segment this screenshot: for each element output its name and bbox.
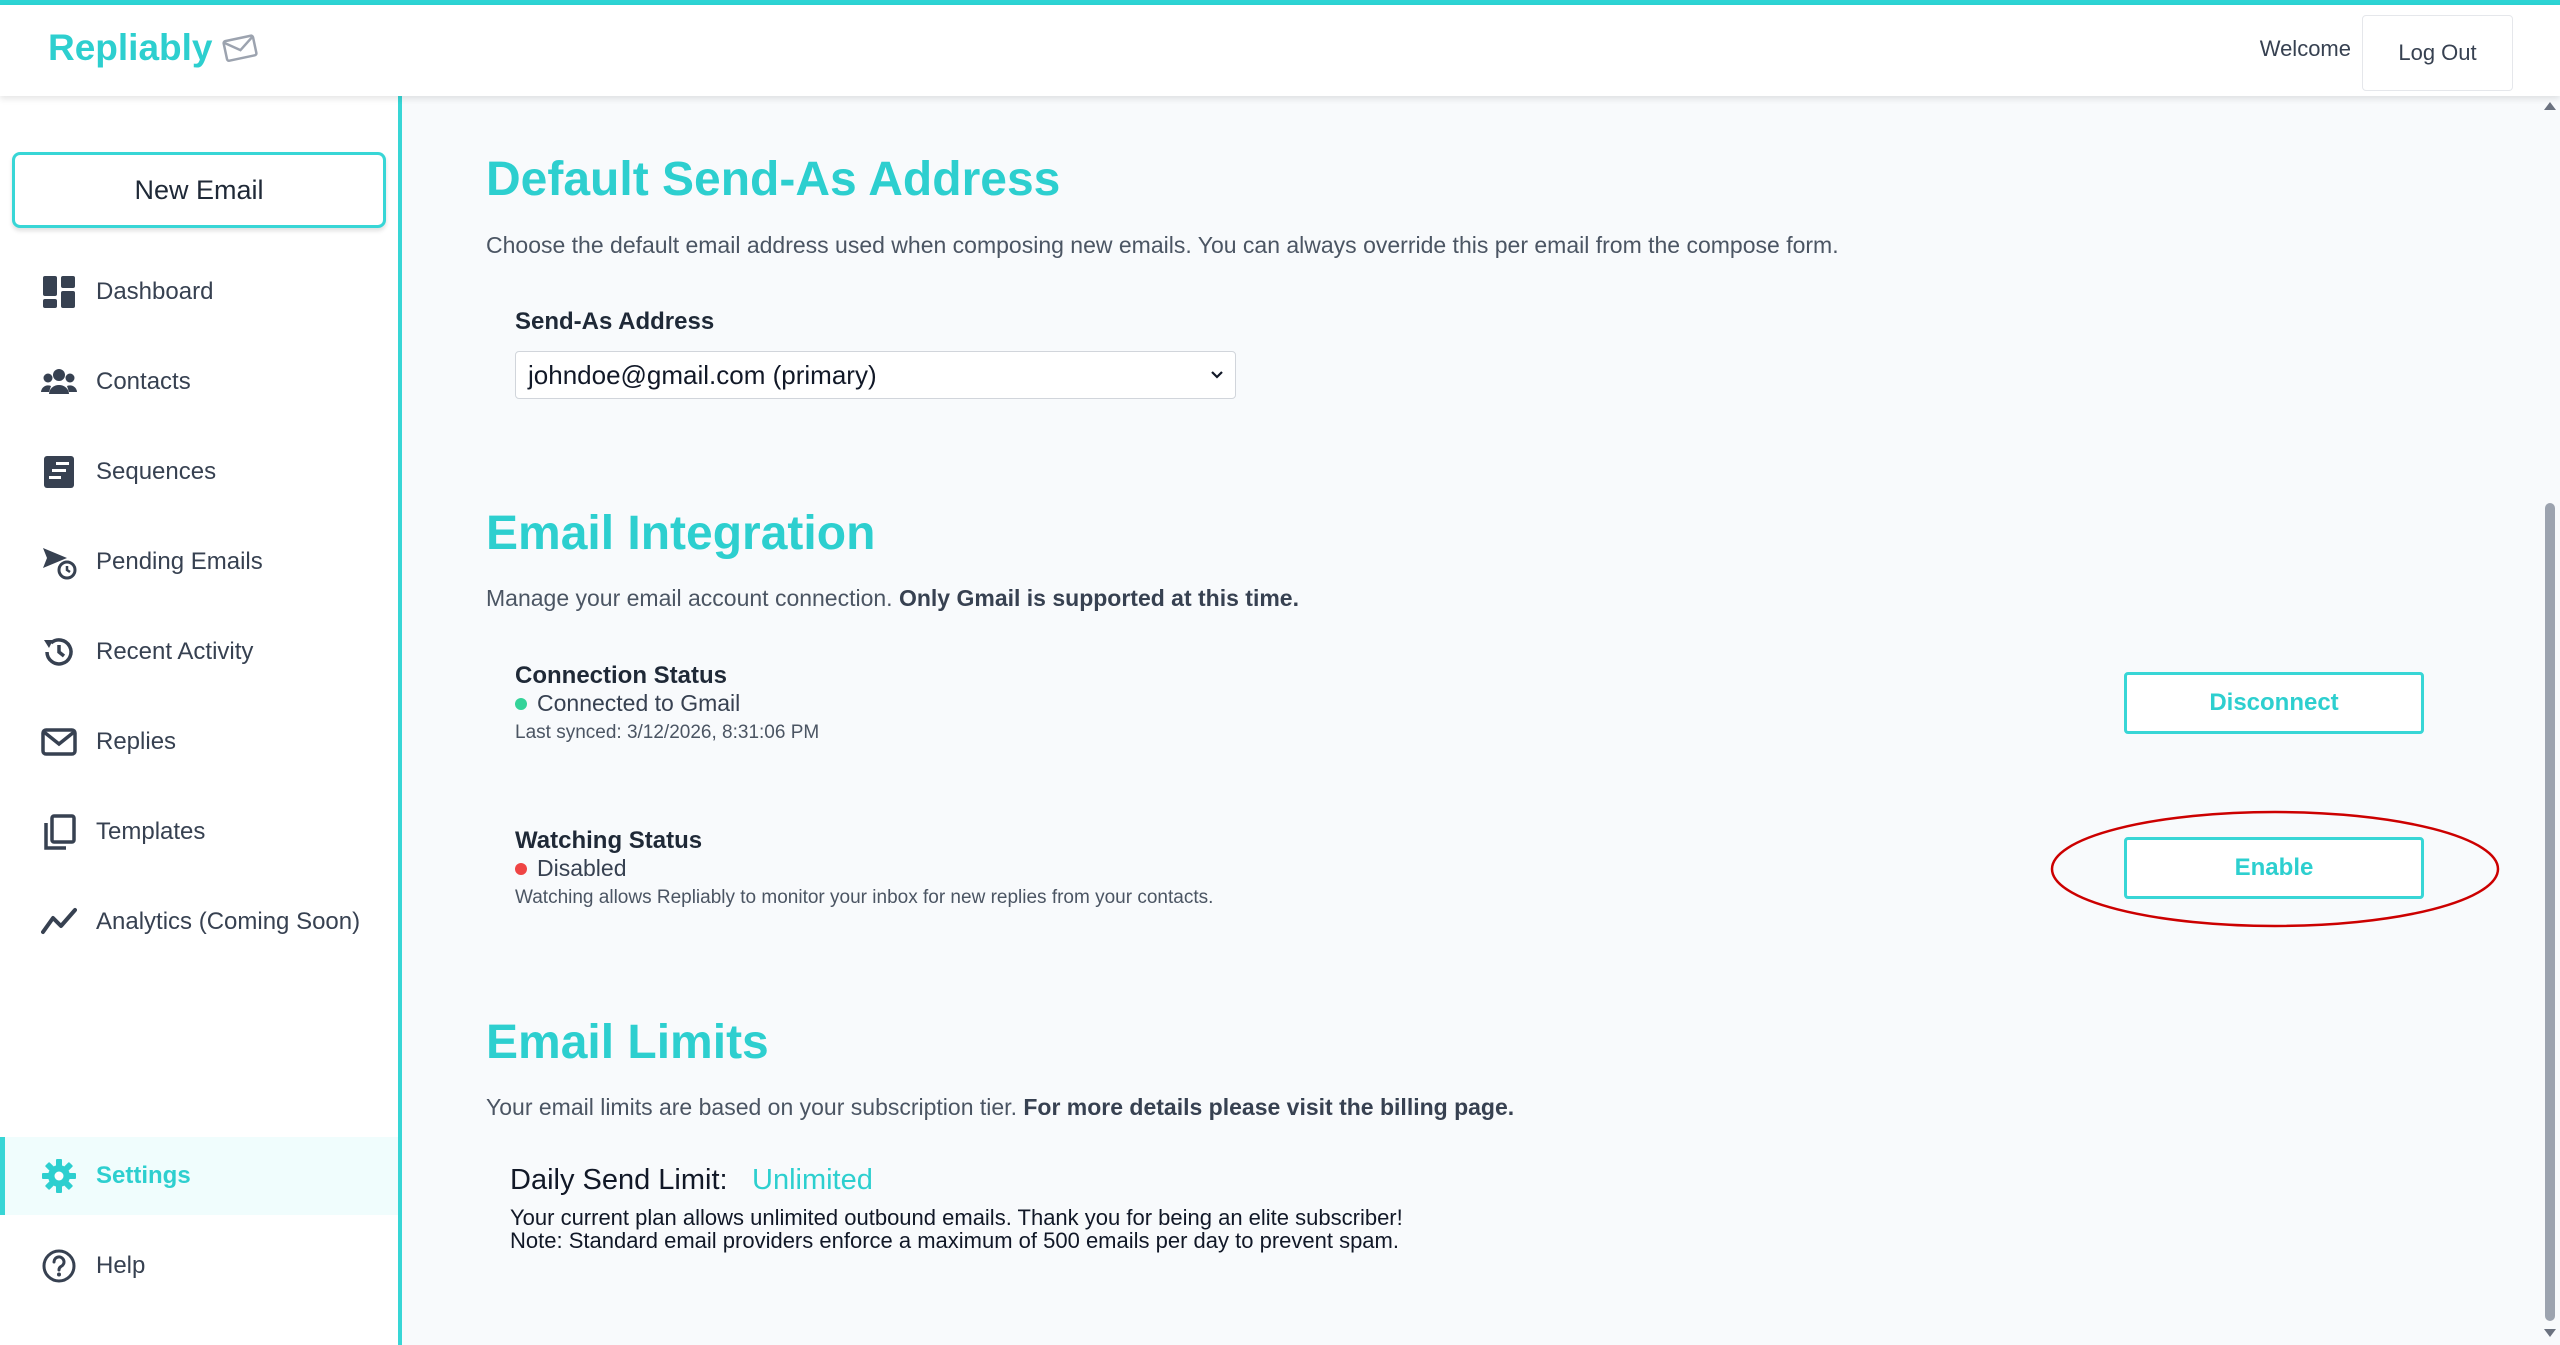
sidebar-item-contacts[interactable]: Contacts (0, 343, 398, 421)
sidebar-item-label: Help (96, 1252, 146, 1279)
watching-note: Watching allows Repliably to monitor you… (515, 887, 1214, 908)
top-header: Repliably Welcome Log Out (0, 5, 2560, 96)
pending-emails-icon (40, 543, 78, 581)
logout-button[interactable]: Log Out (2362, 15, 2513, 91)
highlight-ellipse-annotation (2050, 810, 2500, 928)
sidebar-item-dashboard[interactable]: Dashboard (0, 253, 398, 331)
sidebar-item-help[interactable]: Help (0, 1227, 398, 1305)
sidebar-item-templates[interactable]: Templates (0, 793, 398, 871)
scrollbar-thumb[interactable] (2545, 503, 2555, 1321)
envelope-logo-icon (221, 34, 258, 62)
daily-send-limit-label: Daily Send Limit: (510, 1164, 728, 1196)
sidebar-item-label: Pending Emails (96, 548, 263, 575)
sidebar-item-recent-activity[interactable]: Recent Activity (0, 613, 398, 691)
limits-description-bold: For more details please visit the billin… (1023, 1094, 1515, 1120)
new-email-button[interactable]: New Email (12, 152, 386, 228)
connection-status-dot (515, 697, 527, 710)
send-as-description: Choose the default email address used wh… (486, 232, 1839, 258)
scroll-up-arrow-icon[interactable] (2542, 100, 2558, 112)
send-as-select[interactable]: johndoe@gmail.com (primary) (515, 351, 1236, 399)
sidebar-item-label: Contacts (96, 368, 191, 395)
history-icon (40, 633, 78, 671)
sidebar-item-sequences[interactable]: Sequences (0, 433, 398, 511)
templates-icon (40, 813, 78, 851)
sidebar-item-label: Dashboard (96, 278, 214, 305)
analytics-icon (40, 903, 78, 941)
watching-status-dot (515, 862, 527, 875)
welcome-text: Welcome (2259, 36, 2351, 61)
daily-send-limit-value: Unlimited (752, 1164, 873, 1196)
watching-status: Disabled (515, 855, 627, 882)
connection-status-label: Connection Status (515, 662, 728, 689)
sidebar-item-label: Replies (96, 728, 177, 755)
integration-title: Email Integration (486, 507, 876, 560)
contacts-icon (40, 363, 78, 401)
limits-title: Email Limits (486, 1016, 769, 1069)
help-icon (40, 1247, 78, 1285)
disconnect-button[interactable]: Disconnect (2124, 672, 2424, 734)
sidebar-item-label: Sequences (96, 458, 217, 485)
envelope-icon (40, 723, 78, 761)
sidebar-item-label: Analytics (Coming Soon) (96, 908, 361, 935)
chevron-down-icon (1211, 371, 1223, 379)
send-as-title: Default Send-As Address (486, 153, 1061, 206)
gear-icon (40, 1157, 78, 1195)
dashboard-icon (40, 273, 78, 311)
integration-description: Manage your email account connection. On… (486, 585, 1299, 612)
sequences-icon (40, 453, 78, 491)
sidebar-item-label: Recent Activity (96, 638, 254, 665)
limits-description-text: Your email limits are based on your subs… (486, 1094, 1024, 1120)
sidebar-item-settings[interactable]: Settings (0, 1137, 398, 1215)
sidebar: New Email Dashboard Contacts Sequences P… (0, 96, 402, 1345)
watching-status-text: Disabled (537, 855, 627, 881)
sidebar-item-analytics[interactable]: Analytics (Coming Soon) (0, 883, 398, 961)
settings-main: Default Send-As Address Choose the defau… (406, 96, 2546, 1345)
integration-description-bold: Only Gmail is supported at this time. (898, 585, 1299, 611)
app-logo[interactable]: Repliably (48, 27, 261, 69)
scroll-down-arrow-icon[interactable] (2542, 1327, 2558, 1339)
provider-limit-note: Note: Standard email providers enforce a… (510, 1228, 1399, 1253)
send-as-selected-value: johndoe@gmail.com (primary) (528, 359, 877, 390)
connection-status: Connected to Gmail (515, 690, 740, 717)
sidebar-item-label: Settings (96, 1162, 191, 1189)
sidebar-item-replies[interactable]: Replies (0, 703, 398, 781)
integration-description-text: Manage your email account connection. (486, 585, 899, 611)
last-synced-text: Last synced: 3/12/2026, 8:31:06 PM (515, 722, 820, 743)
logo-text: Repliably (48, 27, 213, 68)
connection-status-text: Connected to Gmail (537, 690, 741, 716)
sidebar-item-pending-emails[interactable]: Pending Emails (0, 523, 398, 601)
send-as-field-label: Send-As Address (515, 308, 715, 335)
sidebar-item-label: Templates (96, 818, 206, 845)
watching-status-label: Watching Status (515, 827, 703, 854)
limits-description: Your email limits are based on your subs… (486, 1094, 1514, 1121)
